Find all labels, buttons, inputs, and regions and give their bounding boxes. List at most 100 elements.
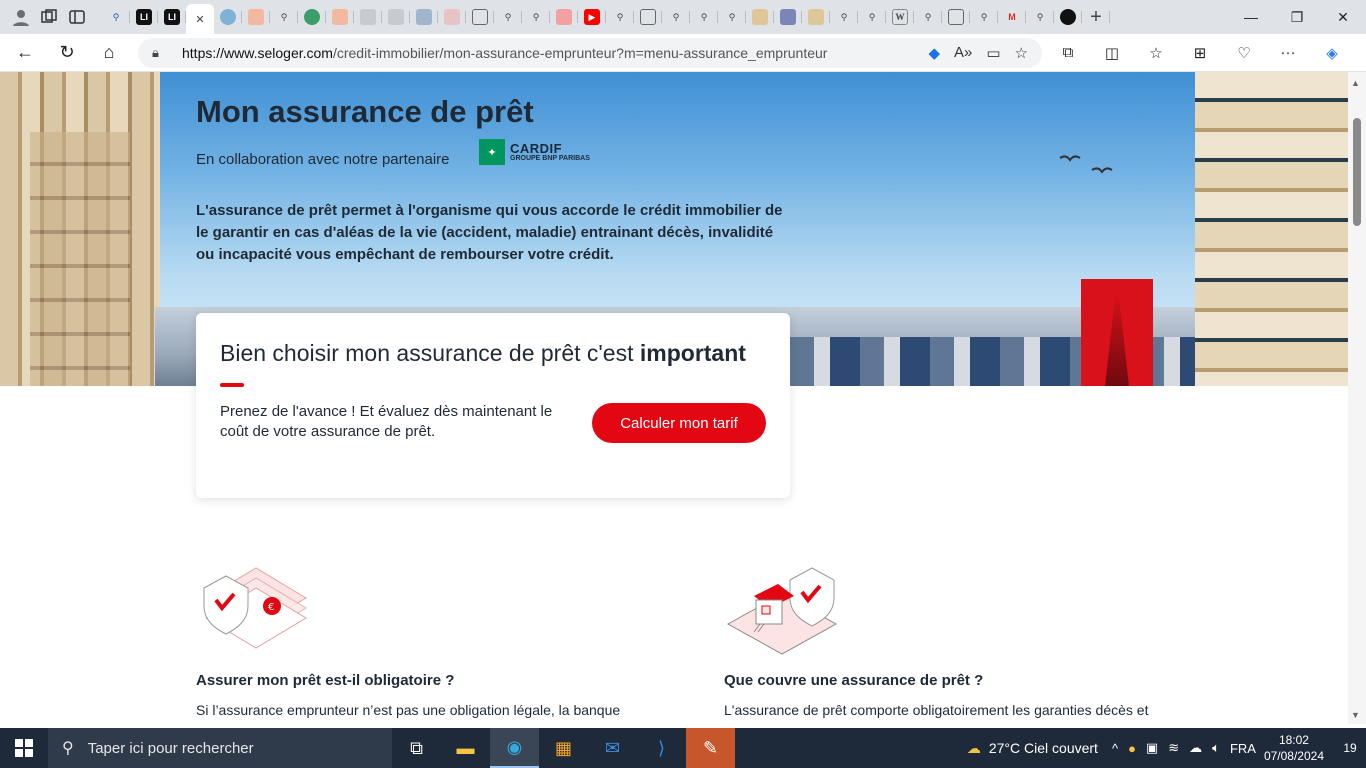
tab-pdf[interactable] [438,4,466,30]
tab-search-5[interactable]: ⚲ [606,4,634,30]
tab-search-13[interactable]: ⚲ [1026,4,1054,30]
notification-center[interactable]: 19 [1334,741,1366,755]
tab-search-3[interactable]: ⚲ [494,4,522,30]
tab-pma[interactable] [746,4,774,30]
tab-camera[interactable] [942,4,970,30]
onedrive-icon[interactable]: ☁ [1189,740,1202,756]
gmail-favicon: M [1008,12,1016,22]
show-hidden-icons-icon[interactable]: ^ [1112,741,1118,756]
tab-globe[interactable] [298,4,326,30]
search-icon: ⚲ [672,11,680,22]
system-clock[interactable]: 18:02 07/08/2024 [1264,732,1324,764]
close-tab-icon[interactable]: ✕ [195,13,204,26]
tab-github[interactable] [1054,4,1082,30]
card-title: Bien choisir mon assurance de prêt c'est… [220,340,746,367]
scroll-up-arrow-icon[interactable]: ▲ [1351,78,1360,88]
close-window-button[interactable]: ✕ [1320,0,1366,34]
device-icon[interactable]: ▣ [1146,740,1158,756]
weather-widget[interactable]: ☁ 27°C Ciel couvert [967,740,1098,757]
tab-search-11[interactable]: ⚲ [914,4,942,30]
minimize-button[interactable]: — [1228,0,1274,34]
tab-php[interactable] [774,4,802,30]
tab-search-6[interactable]: ⚲ [662,4,690,30]
feature-title: Assurer mon prêt est-il obligatoire ? [196,672,455,689]
tab-youtube[interactable] [550,4,578,30]
shopping-tag-icon[interactable]: ◆ [928,44,940,62]
scrollbar-thumb[interactable] [1353,118,1361,226]
tab-search-10[interactable]: ⚲ [858,4,886,30]
tab-edge[interactable] [214,4,242,30]
tab-gmail[interactable]: M [998,4,1026,30]
refresh-button[interactable]: ↻ [50,38,84,68]
tab-linkedin-2[interactable]: LI [158,4,186,30]
tab-screen[interactable] [410,4,438,30]
birds-graphic [1059,155,1113,174]
tab-linkedin-1[interactable]: LI [130,4,158,30]
workspaces-icon[interactable] [38,6,60,28]
performance-icon[interactable]: ♡ [1228,39,1260,67]
page-title: Mon assurance de prêt [196,94,534,129]
copilot-icon[interactable]: ◈ [1316,39,1348,67]
favorites-icon[interactable]: ☆ [1140,39,1172,67]
tab-search-4[interactable]: ⚲ [522,4,550,30]
tab-pma-2[interactable] [802,4,830,30]
taskbar-store[interactable]: ▦ [539,728,588,768]
wifi-icon[interactable]: ≋ [1168,740,1179,756]
tab-doc-2[interactable] [382,4,410,30]
address-bar[interactable]: 🔒︎ https://www.seloger.com/credit-immobi… [138,37,1042,68]
collections-icon[interactable]: ⊞ [1184,39,1216,67]
tab-grid[interactable] [466,4,494,30]
doc-favicon [360,9,376,25]
page-scrollbar[interactable]: ▲ ▼ [1348,72,1366,724]
card-text: Prenez de l'avance ! Et évaluez dès main… [220,403,553,440]
tab-search-8[interactable]: ⚲ [718,4,746,30]
taskbar-file-explorer[interactable]: ▬ [441,728,490,768]
language-indicator[interactable]: FRA [1230,741,1256,756]
taskbar-app[interactable]: ✎ [686,728,735,768]
tab-active-seloger[interactable]: ✕ [186,4,214,34]
tab-search-2[interactable]: ⚲ [270,4,298,30]
more-menu-icon[interactable]: ··· [1272,39,1304,67]
tab-doc[interactable] [354,4,382,30]
tab-actions-icon[interactable] [66,6,88,28]
norton-icon[interactable]: ● [1128,741,1136,756]
scroll-down-arrow-icon[interactable]: ▼ [1351,710,1360,720]
back-button[interactable]: ← [8,38,42,68]
taskbar-edge[interactable]: ◉ [490,728,539,768]
tab-mail[interactable] [242,4,270,30]
tab-wikipedia[interactable]: W [886,4,914,30]
eiffel-tower-graphic [1081,279,1153,386]
tab-search[interactable]: ⚲ [102,4,130,30]
card-title-bold: important [639,340,746,366]
extensions-icon[interactable]: ⧉ [1052,39,1084,67]
restore-button[interactable]: ❐ [1274,0,1320,34]
immersive-reader-icon[interactable]: ▭ [986,44,1000,62]
bnp-stars-icon: ✦ [479,139,505,165]
home-button[interactable]: ⌂ [92,38,126,68]
profile-icon[interactable] [10,6,32,28]
taskbar-search[interactable]: ⚲ Taper ici pour rechercher [48,728,392,768]
read-aloud-icon[interactable]: A» [954,44,972,61]
tab-search-9[interactable]: ⚲ [830,4,858,30]
pdf-favicon [444,9,460,25]
new-tab-button[interactable]: + [1082,4,1110,30]
volume-icon[interactable]: 🔈︎ [1212,740,1220,756]
tab-file[interactable] [634,4,662,30]
favorite-star-icon[interactable]: ☆ [1015,44,1028,62]
search-icon: ⚲ [868,11,876,22]
split-screen-icon[interactable]: ◫ [1096,39,1128,67]
start-button[interactable] [0,728,48,768]
calculate-rate-button[interactable]: Calculer mon tarif [592,403,766,443]
tab-search-12[interactable]: ⚲ [970,4,998,30]
task-view-button[interactable]: ⧉ [392,728,441,768]
tab-search-7[interactable]: ⚲ [690,4,718,30]
mail-icon: ✉ [604,737,621,758]
search-icon: ⚲ [62,740,74,757]
tab-youtube-2[interactable]: ▶ [578,4,606,30]
search-icon: ⚲ [924,11,932,22]
taskbar-mail[interactable]: ✉ [588,728,637,768]
taskbar-search-placeholder: Taper ici pour rechercher [87,739,254,757]
tab-mail-2[interactable] [326,4,354,30]
search-icon: ⚲ [532,11,540,22]
taskbar-vscode[interactable]: ⟩ [637,728,686,768]
